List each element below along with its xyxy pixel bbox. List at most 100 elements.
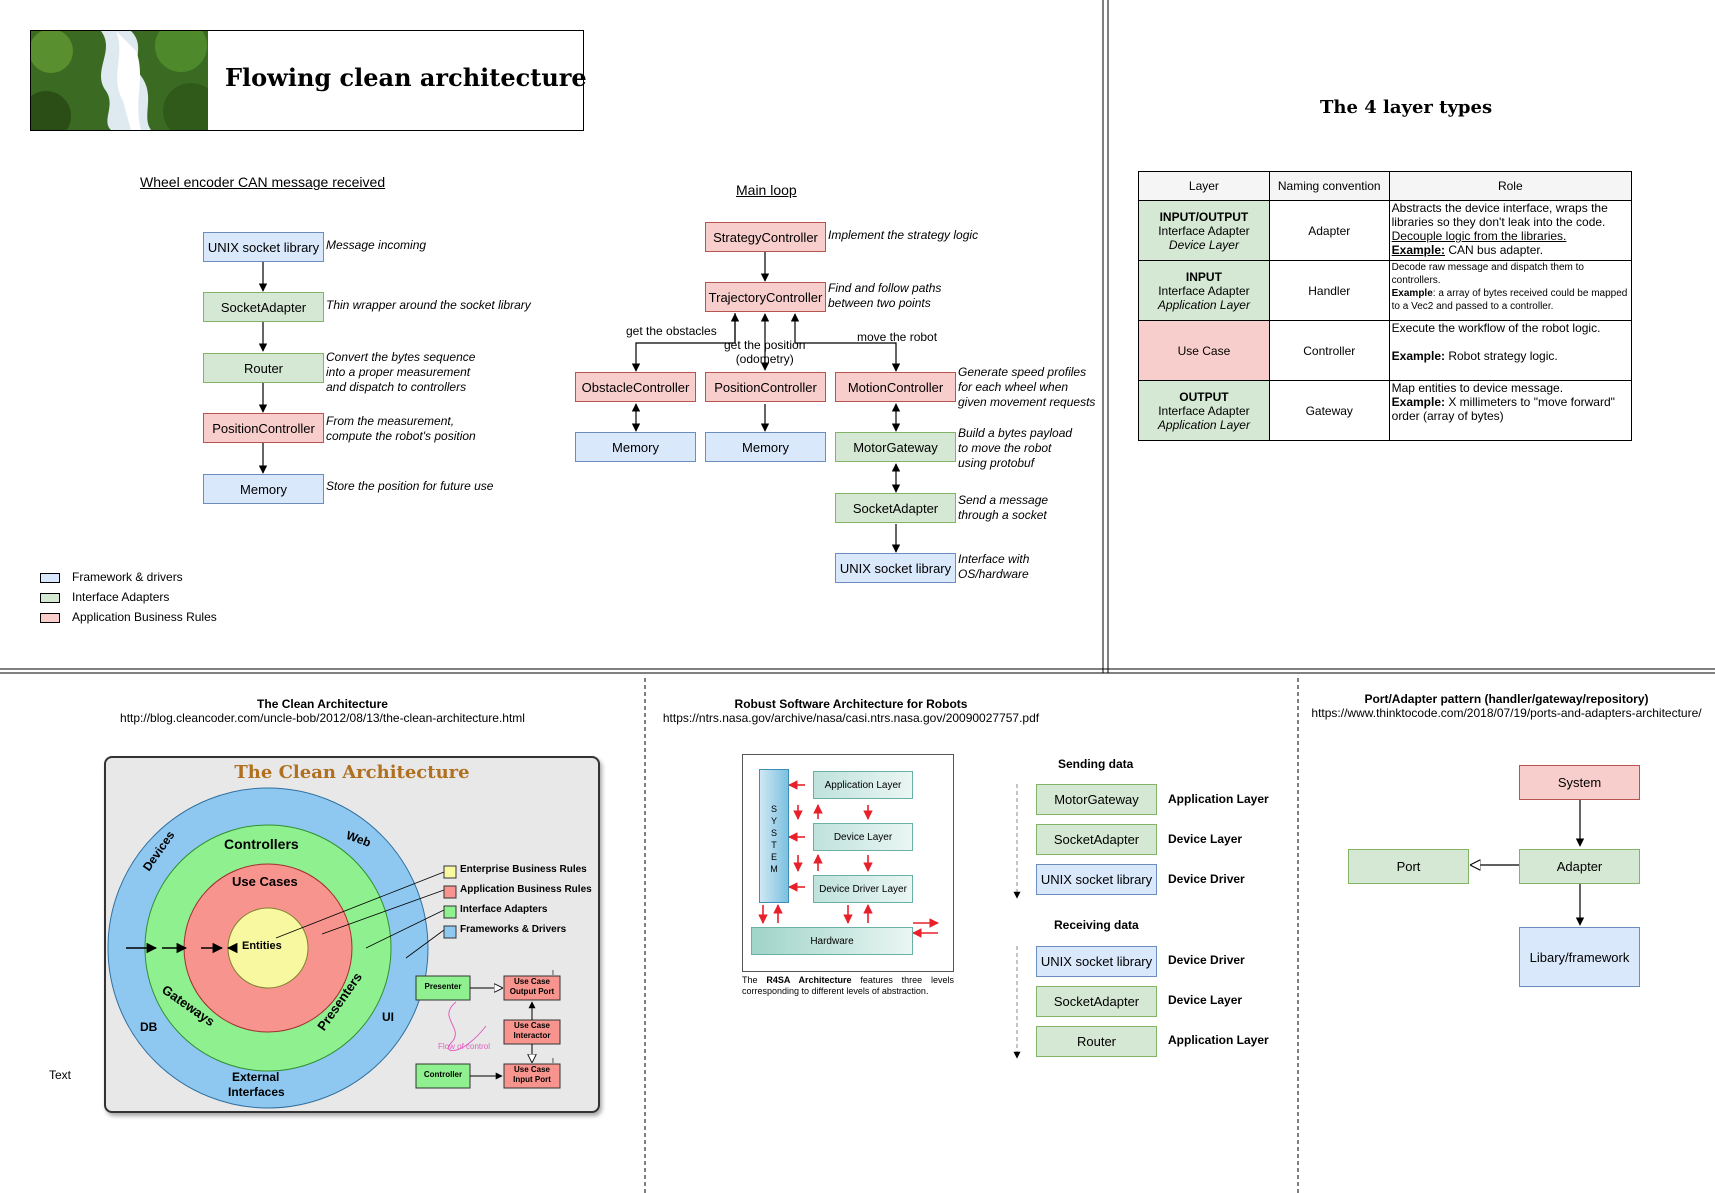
layer-cell-bold: INPUT: [1185, 269, 1222, 284]
main-node-position[interactable]: PositionController: [705, 372, 826, 402]
role-text: Execute the workflow of the robot logic.: [1391, 321, 1601, 335]
flow-interactor-2: Interactor: [513, 1031, 551, 1040]
table-header-row: Layer Naming convention Role: [1138, 171, 1633, 201]
wheel-note-message-incoming: Message incoming: [326, 238, 427, 252]
r4sa-caption: The R4SA Architecture features three lev…: [742, 975, 954, 997]
robust-title: Robust Software Architecture for Robots: [734, 697, 968, 711]
table-cell-naming: Handler: [1268, 260, 1390, 321]
main-node-motor-gateway[interactable]: MotorGateway: [835, 432, 956, 462]
wheel-note-convert-bytes: Convert the bytes sequence into a proper…: [326, 350, 476, 394]
role-example-label: Example:: [1391, 243, 1445, 257]
main-node-trajectory[interactable]: TrajectoryController: [705, 282, 826, 312]
layer-cell-line2: Interface Adapter: [1158, 403, 1250, 418]
table-row: INPUT Interface Adapter Application Laye…: [1138, 260, 1633, 321]
flow-interface-mark-2: I: [552, 1058, 554, 1065]
r4sa-hardware: Hardware: [751, 927, 913, 955]
legend-label-interface: Interface Adapters: [72, 590, 170, 604]
flow-input-port-1: Use Case: [513, 1065, 551, 1074]
role-example-label: Example:: [1391, 349, 1445, 363]
clean-legend-frameworks: Frameworks & Drivers: [460, 924, 567, 935]
main-node-memory-2[interactable]: Memory: [705, 432, 826, 462]
sending-node-motor-gateway[interactable]: MotorGateway: [1036, 784, 1157, 815]
pa-node-system[interactable]: System: [1519, 765, 1640, 800]
flow-output-port-1: Use Case: [513, 977, 551, 986]
ring-label-interfaces: Interfaces: [228, 1085, 285, 1099]
main-node-unix-socket[interactable]: UNIX socket library: [835, 553, 956, 583]
receiving-node-router[interactable]: Router: [1036, 1026, 1157, 1057]
receiving-node-unix-socket[interactable]: UNIX socket library: [1036, 946, 1157, 977]
r4sa-figure: SYSTEM Application Layer Device Layer De…: [742, 754, 954, 972]
main-note-motor-gateway: Build a bytes payload to move the robot …: [958, 426, 1073, 470]
pa-node-library[interactable]: Libary/framework: [1519, 927, 1640, 987]
sending-node-socket-adapter[interactable]: SocketAdapter: [1036, 824, 1157, 855]
clean-arch-image: The Clean Architecture Devices Web Contr…: [104, 756, 600, 1113]
legend-label-framework: Framework & drivers: [72, 570, 183, 584]
table-header-role: Role: [1388, 171, 1633, 201]
legend-swatch-interface: [40, 593, 60, 603]
pa-node-adapter[interactable]: Adapter: [1519, 849, 1640, 884]
port-adapter-title: Port/Adapter pattern (handler/gateway/re…: [1364, 692, 1649, 706]
receiving-node-socket-adapter[interactable]: SocketAdapter: [1036, 986, 1157, 1017]
table-cell-layer: Use Case: [1138, 320, 1270, 381]
ring-label-controllers: Controllers: [224, 836, 299, 852]
table-cell-role: Map entities to device message. Example:…: [1388, 380, 1633, 441]
table-cell-naming: Adapter: [1268, 200, 1390, 261]
wheel-node-memory[interactable]: Memory: [203, 474, 324, 504]
clean-arch-title: The Clean Architecture: [257, 697, 388, 711]
role-example-label: Example: [1391, 288, 1433, 299]
flow-input-port-2: Input Port: [513, 1075, 551, 1084]
main-node-obstacle[interactable]: ObstacleController: [575, 372, 696, 402]
edge-label-move-robot: move the robot: [857, 330, 938, 344]
wheel-node-position-controller[interactable]: PositionController: [203, 413, 324, 443]
r4sa-caption-bold: R4SA Architecture: [766, 975, 852, 985]
table-cell-naming: Controller: [1268, 320, 1390, 381]
sending-label-driver: Device Driver: [1168, 872, 1245, 886]
flow-controller: Controller: [423, 1070, 463, 1079]
flow-interface-mark-1: I: [552, 970, 554, 977]
table-header-naming: Naming convention: [1268, 171, 1390, 201]
ring-label-db: DB: [140, 1020, 158, 1034]
role-example-label: Example:: [1391, 395, 1445, 409]
wheel-node-socket-adapter[interactable]: SocketAdapter: [203, 292, 324, 322]
wheel-node-unix-socket[interactable]: UNIX socket library: [203, 232, 324, 262]
sending-node-unix-socket[interactable]: UNIX socket library: [1036, 864, 1157, 895]
layer-cell-bold: INPUT/OUTPUT: [1159, 209, 1249, 224]
r4sa-device-driver-layer: Device Driver Layer: [813, 875, 913, 903]
flow-interactor-1: Use Case: [513, 1021, 551, 1030]
flow-output-port-2: Output Port: [509, 987, 555, 996]
role-text: Abstracts the device interface, wraps th…: [1391, 201, 1608, 229]
wheel-flow-title: Wheel encoder CAN message received: [140, 174, 386, 190]
sending-title: Sending data: [1058, 757, 1134, 771]
main-node-memory-1[interactable]: Memory: [575, 432, 696, 462]
table-cell-role: Decode raw message and dispatch them to …: [1388, 260, 1633, 321]
main-note-trajectory: Find and follow paths between two points: [828, 281, 942, 310]
clean-arch-url[interactable]: http://blog.cleancoder.com/uncle-bob/201…: [0, 711, 645, 725]
table-row: OUTPUT Interface Adapter Application Lay…: [1138, 380, 1633, 441]
ring-label-entities: Entities: [242, 940, 282, 952]
ring-label-ui: UI: [382, 1010, 394, 1024]
pa-node-port[interactable]: Port: [1348, 849, 1469, 884]
wheel-node-router[interactable]: Router: [203, 353, 324, 383]
layer-cell-line3: Device Layer: [1168, 237, 1239, 252]
sending-label-application: Application Layer: [1168, 792, 1269, 806]
table-cell-layer: INPUT/OUTPUT Interface Adapter Device La…: [1138, 200, 1270, 261]
wheel-note-store-position: Store the position for future use: [326, 479, 494, 493]
waterfall-picture: [31, 31, 208, 130]
r4sa-application-layer: Application Layer: [813, 771, 913, 799]
robust-url[interactable]: https://ntrs.nasa.gov/archive/nasa/casi.…: [645, 711, 1057, 725]
layer-cell-line2: Interface Adapter: [1158, 223, 1250, 238]
port-adapter-url[interactable]: https://www.thinktocode.com/2018/07/19/p…: [1298, 706, 1715, 720]
main-note-socket-adapter: Send a message through a socket: [958, 493, 1049, 522]
layer-cell-line2: Use Case: [1177, 343, 1231, 358]
table-cell-layer: OUTPUT Interface Adapter Application Lay…: [1138, 380, 1270, 441]
main-node-socket-adapter[interactable]: SocketAdapter: [835, 493, 956, 523]
main-note-motion: Generate speed profiles for each wheel w…: [958, 365, 1096, 409]
role-example-text: CAN bus adapter.: [1448, 243, 1544, 257]
main-node-motion[interactable]: MotionController: [835, 372, 956, 402]
edge-label-get-position: get the position (odometry): [724, 338, 806, 366]
layer-cell-bold: OUTPUT: [1179, 389, 1229, 404]
main-loop-title: Main loop: [736, 182, 797, 198]
main-node-strategy[interactable]: StrategyController: [705, 222, 826, 252]
table-cell-role: Execute the workflow of the robot logic.…: [1388, 320, 1633, 381]
legend-swatch-application: [40, 613, 60, 623]
